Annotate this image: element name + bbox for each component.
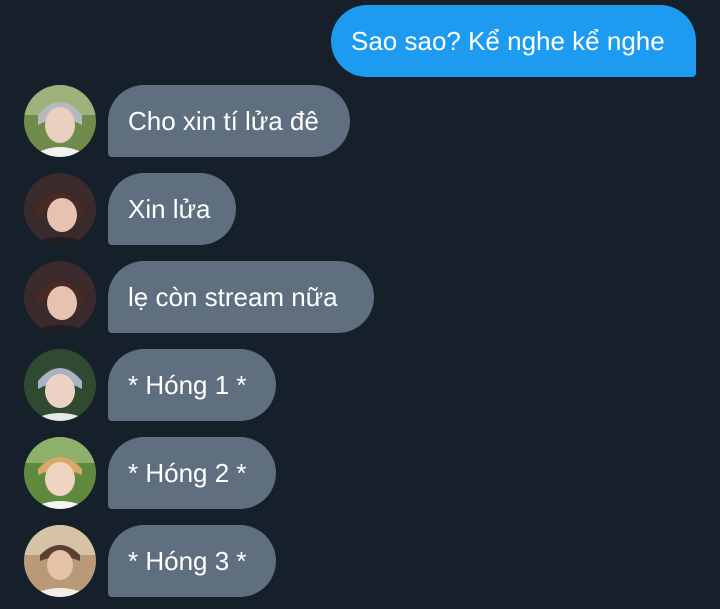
incoming-message[interactable]: Xin lửa	[108, 173, 236, 245]
message-text: Xin lửa	[128, 194, 211, 224]
avatar-photo-icon[interactable]	[24, 261, 96, 333]
avatar-photo-icon[interactable]	[24, 85, 96, 157]
incoming-message[interactable]: lẹ còn stream nữa	[108, 261, 374, 333]
message-text: * Hóng 1 *	[128, 370, 247, 400]
message-text: * Hóng 2 *	[128, 458, 247, 488]
incoming-message[interactable]: * Hóng 1 *	[108, 349, 276, 421]
incoming-message[interactable]: Cho xin tí lửa đê	[108, 85, 350, 157]
message-text: * Hóng 3 *	[128, 546, 247, 576]
avatar-photo-icon[interactable]	[24, 349, 96, 421]
message-text: lẹ còn stream nữa	[128, 282, 338, 312]
avatar-photo-icon[interactable]	[24, 173, 96, 245]
avatar-photo-icon[interactable]	[24, 437, 96, 509]
incoming-message[interactable]: * Hóng 2 *	[108, 437, 276, 509]
outgoing-message[interactable]: Sao sao? Kể nghe kể nghe	[331, 5, 696, 77]
incoming-message[interactable]: * Hóng 3 *	[108, 525, 276, 597]
message-text: Sao sao? Kể nghe kể nghe	[351, 26, 665, 56]
message-text: Cho xin tí lửa đê	[128, 106, 319, 136]
chat-thread: Sao sao? Kể nghe kể nghe Cho xin tí lửa …	[0, 0, 720, 609]
avatar-photo-icon[interactable]	[24, 525, 96, 597]
